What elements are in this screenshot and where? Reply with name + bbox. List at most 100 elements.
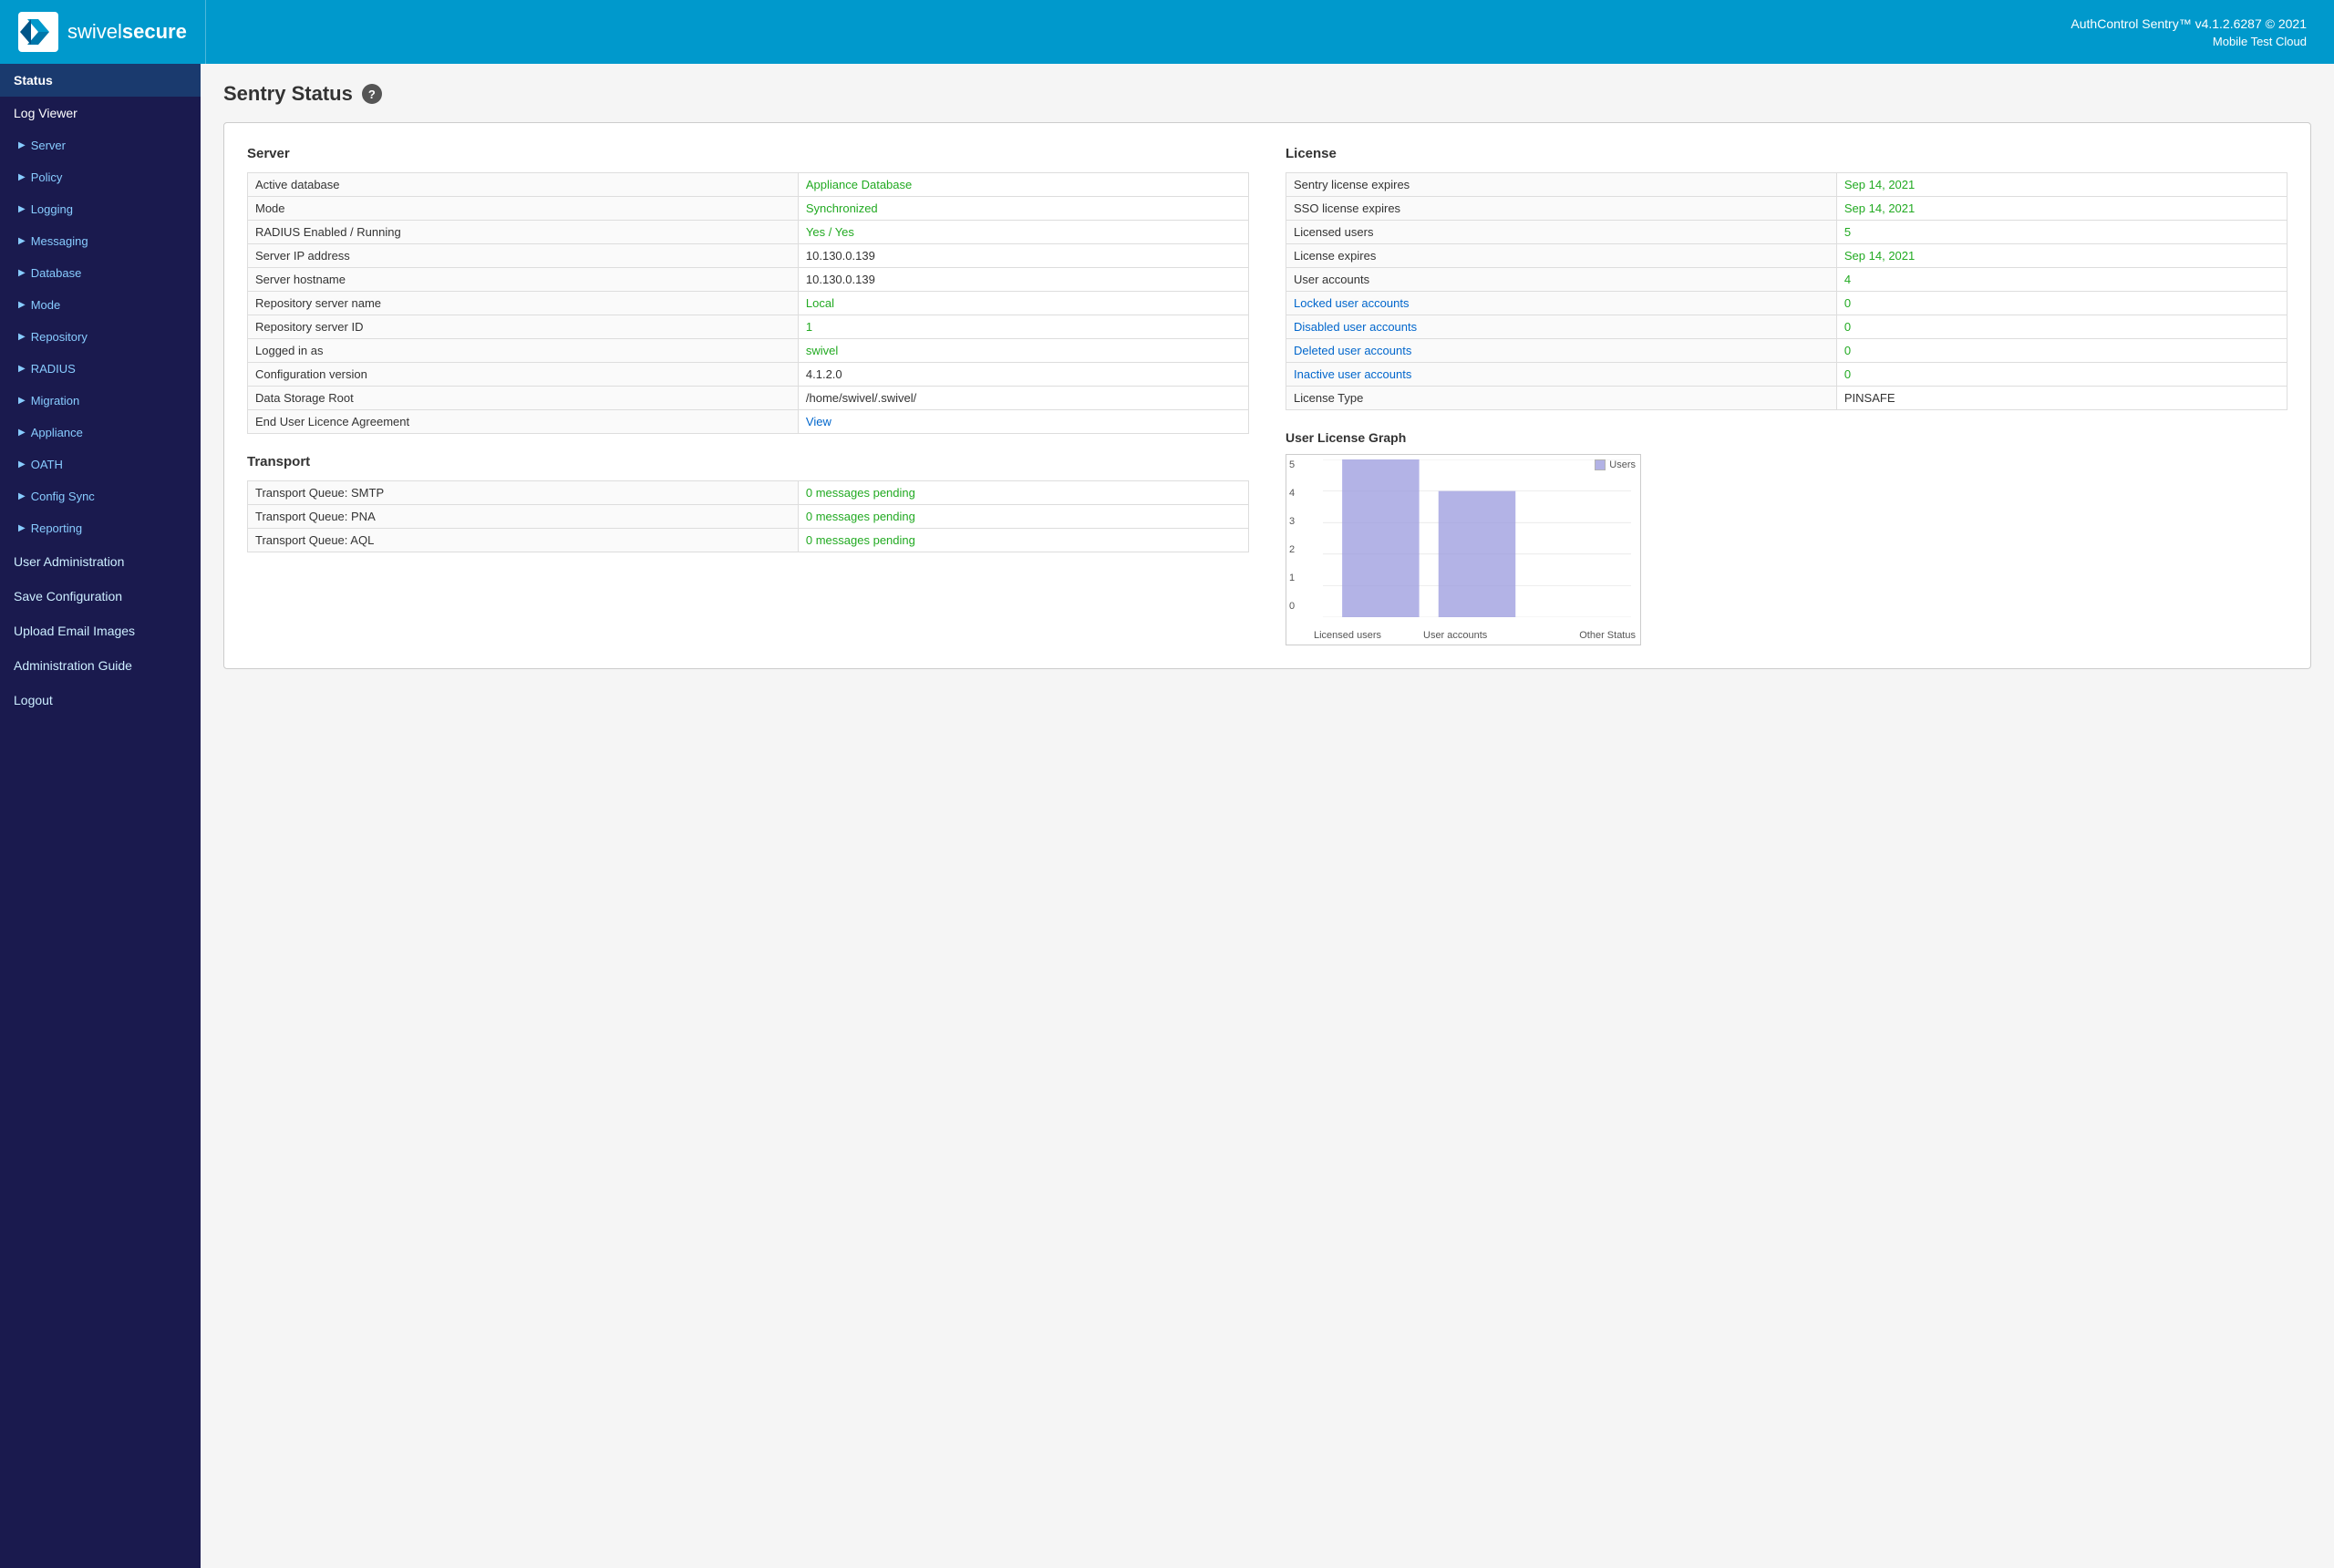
table-row: Licensed users5 bbox=[1286, 221, 2288, 244]
sidebar-item-upload-email[interactable]: Upload Email Images bbox=[0, 614, 201, 648]
sidebar-label-oath: OATH bbox=[31, 458, 63, 471]
row-label[interactable]: Inactive user accounts bbox=[1286, 363, 1837, 387]
sidebar-item-user-admin[interactable]: User Administration bbox=[0, 544, 201, 579]
sidebar-item-server[interactable]: ▶ Server bbox=[0, 129, 201, 161]
sidebar-item-oath[interactable]: ▶ OATH bbox=[0, 449, 201, 480]
row-value: Synchronized bbox=[798, 197, 1248, 221]
table-row: Deleted user accounts0 bbox=[1286, 339, 2288, 363]
row-value: 0 messages pending bbox=[798, 505, 1248, 529]
row-label[interactable]: Disabled user accounts bbox=[1286, 315, 1837, 339]
sidebar-label-admin-guide: Administration Guide bbox=[14, 658, 132, 673]
sidebar-item-policy[interactable]: ▶ Policy bbox=[0, 161, 201, 193]
header-info: AuthControl Sentry™ v4.1.2.6287 © 2021 M… bbox=[205, 0, 2334, 64]
row-label: Logged in as bbox=[248, 339, 799, 363]
row-label[interactable]: Locked user accounts bbox=[1286, 292, 1837, 315]
table-row: Locked user accounts0 bbox=[1286, 292, 2288, 315]
sidebar-item-migration[interactable]: ▶ Migration bbox=[0, 385, 201, 417]
table-row: Inactive user accounts0 bbox=[1286, 363, 2288, 387]
row-label: Configuration version bbox=[248, 363, 799, 387]
swivel-logo-icon bbox=[18, 12, 58, 52]
server-section: Server Active databaseAppliance Database… bbox=[247, 146, 1249, 645]
row-value: 0 messages pending bbox=[798, 481, 1248, 505]
sidebar-label-config-sync: Config Sync bbox=[31, 490, 95, 503]
sidebar-item-radius[interactable]: ▶ RADIUS bbox=[0, 353, 201, 385]
sidebar-label-log-viewer: Log Viewer bbox=[14, 106, 77, 120]
transport-table: Transport Queue: SMTP0 messages pendingT… bbox=[247, 480, 1249, 552]
row-label: Licensed users bbox=[1286, 221, 1837, 244]
row-label: User accounts bbox=[1286, 268, 1837, 292]
row-value: Sep 14, 2021 bbox=[1836, 197, 2287, 221]
row-value: 0 bbox=[1836, 292, 2287, 315]
row-label: Server IP address bbox=[248, 244, 799, 268]
row-value: Appliance Database bbox=[798, 173, 1248, 197]
sidebar-label-upload-email: Upload Email Images bbox=[14, 624, 135, 638]
logo-secure: secure bbox=[122, 20, 187, 43]
table-row: User accounts4 bbox=[1286, 268, 2288, 292]
table-row: RADIUS Enabled / RunningYes / Yes bbox=[248, 221, 1249, 244]
sidebar-item-database[interactable]: ▶ Database bbox=[0, 257, 201, 289]
sidebar-label-save-config: Save Configuration bbox=[14, 589, 122, 603]
graph-legend-label: Users bbox=[1609, 459, 1636, 470]
row-label: Repository server name bbox=[248, 292, 799, 315]
row-value: Local bbox=[798, 292, 1248, 315]
sidebar-item-logout[interactable]: Logout bbox=[0, 683, 201, 717]
chevron-icon: ▶ bbox=[18, 332, 26, 342]
sidebar-label-mode: Mode bbox=[31, 298, 61, 312]
row-value: Yes / Yes bbox=[798, 221, 1248, 244]
sidebar-item-messaging[interactable]: ▶ Messaging bbox=[0, 225, 201, 257]
page-title: Sentry Status ? bbox=[223, 82, 2311, 106]
sidebar-label-repository: Repository bbox=[31, 330, 88, 344]
row-label: Server hostname bbox=[248, 268, 799, 292]
app-version: AuthControl Sentry™ v4.1.2.6287 © 2021 bbox=[2071, 16, 2307, 31]
sidebar-label-database: Database bbox=[31, 266, 82, 280]
chevron-icon: ▶ bbox=[18, 523, 26, 533]
sidebar-item-status[interactable]: Status bbox=[0, 64, 201, 97]
chevron-icon: ▶ bbox=[18, 140, 26, 150]
row-value: swivel bbox=[798, 339, 1248, 363]
row-value: 10.130.0.139 bbox=[798, 244, 1248, 268]
sidebar-label-messaging: Messaging bbox=[31, 234, 88, 248]
sidebar-item-admin-guide[interactable]: Administration Guide bbox=[0, 648, 201, 683]
row-value: 1 bbox=[798, 315, 1248, 339]
sidebar: Status Log Viewer ▶ Server ▶ Policy ▶ Lo… bbox=[0, 64, 201, 1568]
transport-section: Transport Transport Queue: SMTP0 message… bbox=[247, 454, 1249, 552]
table-row: ModeSynchronized bbox=[248, 197, 1249, 221]
help-icon[interactable]: ? bbox=[362, 84, 382, 104]
license-table: Sentry license expiresSep 14, 2021SSO li… bbox=[1286, 172, 2288, 410]
row-value: /home/swivel/.swivel/ bbox=[798, 387, 1248, 410]
sidebar-item-reporting[interactable]: ▶ Reporting bbox=[0, 512, 201, 544]
row-value: 0 bbox=[1836, 363, 2287, 387]
sidebar-item-logging[interactable]: ▶ Logging bbox=[0, 193, 201, 225]
server-table: Active databaseAppliance DatabaseModeSyn… bbox=[247, 172, 1249, 434]
user-license-chart bbox=[1323, 459, 1631, 617]
sidebar-item-config-sync[interactable]: ▶ Config Sync bbox=[0, 480, 201, 512]
row-label: License expires bbox=[1286, 244, 1837, 268]
sidebar-item-save-config[interactable]: Save Configuration bbox=[0, 579, 201, 614]
graph-section: User License Graph bbox=[1286, 430, 2288, 645]
row-label[interactable]: Deleted user accounts bbox=[1286, 339, 1837, 363]
sidebar-item-appliance[interactable]: ▶ Appliance bbox=[0, 417, 201, 449]
sidebar-label-status: Status bbox=[14, 73, 53, 88]
app-header: swivelsecure AuthControl Sentry™ v4.1.2.… bbox=[0, 0, 2334, 64]
sidebar-item-log-viewer[interactable]: Log Viewer bbox=[0, 97, 201, 129]
row-label: SSO license expires bbox=[1286, 197, 1837, 221]
sidebar-label-user-admin: User Administration bbox=[14, 554, 124, 569]
page-title-text: Sentry Status bbox=[223, 82, 353, 106]
sidebar-label-logging: Logging bbox=[31, 202, 73, 216]
row-label: RADIUS Enabled / Running bbox=[248, 221, 799, 244]
sidebar-label-migration: Migration bbox=[31, 394, 79, 407]
row-value[interactable]: View bbox=[798, 410, 1248, 434]
table-row: Data Storage Root/home/swivel/.swivel/ bbox=[248, 387, 1249, 410]
row-label: Transport Queue: PNA bbox=[248, 505, 799, 529]
sidebar-label-server: Server bbox=[31, 139, 66, 152]
chevron-icon: ▶ bbox=[18, 236, 26, 246]
row-value: 10.130.0.139 bbox=[798, 268, 1248, 292]
row-value: Sep 14, 2021 bbox=[1836, 173, 2287, 197]
sidebar-item-repository[interactable]: ▶ Repository bbox=[0, 321, 201, 353]
main-content: Sentry Status ? Server Active databaseAp… bbox=[201, 64, 2334, 1568]
sidebar-item-mode[interactable]: ▶ Mode bbox=[0, 289, 201, 321]
logo-area: swivelsecure bbox=[0, 0, 205, 64]
row-label: End User Licence Agreement bbox=[248, 410, 799, 434]
chevron-icon: ▶ bbox=[18, 268, 26, 278]
license-section: License Sentry license expiresSep 14, 20… bbox=[1286, 146, 2288, 645]
